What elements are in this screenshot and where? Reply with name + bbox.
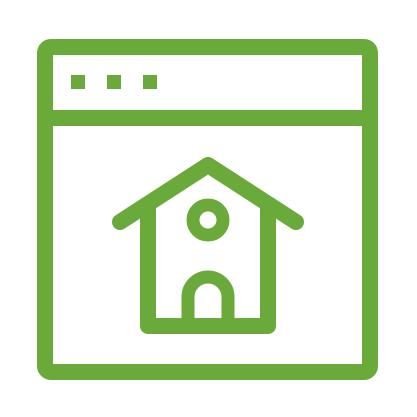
house-round-window	[186, 198, 230, 242]
window-dot-1	[71, 75, 85, 89]
house-walls	[140, 198, 276, 334]
house-icon	[112, 157, 304, 334]
browser-home-icon-graphic	[0, 0, 417, 417]
browser-window-home-icon	[37, 39, 378, 380]
window-dot-3	[143, 75, 157, 89]
window-dot-2	[107, 75, 121, 89]
